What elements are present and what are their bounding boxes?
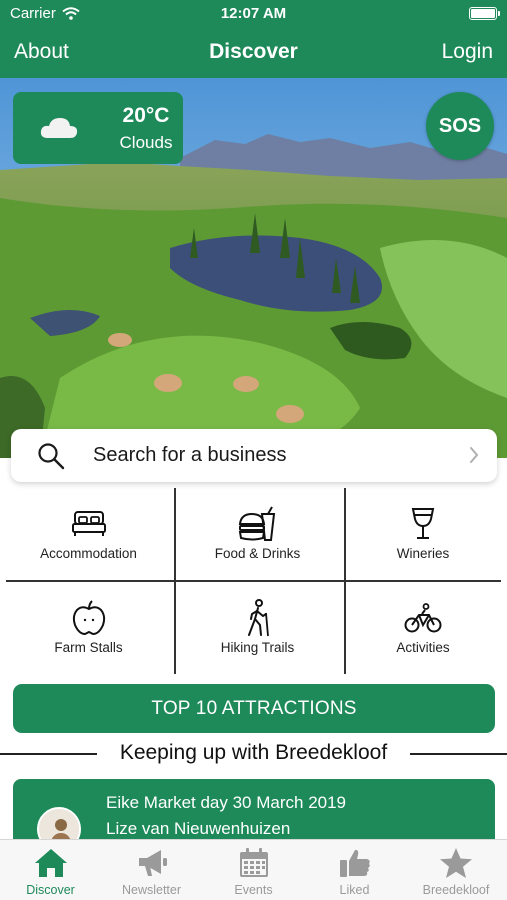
calendar-icon xyxy=(239,848,268,877)
tab-discover[interactable]: Discover xyxy=(0,840,101,900)
about-button[interactable]: About xyxy=(14,40,69,64)
megaphone-icon xyxy=(138,850,167,876)
status-bar: Carrier 12:07 AM xyxy=(0,0,507,28)
category-label: Wineries xyxy=(396,546,450,561)
category-grid: Accommodation Food & Drinks Wineries Far… xyxy=(6,488,501,674)
home-icon xyxy=(34,849,67,877)
wine-glass-icon xyxy=(411,508,435,539)
category-label: Farm Stalls xyxy=(54,640,123,655)
news-card[interactable]: Eike Market day 30 March 2019 Lize van N… xyxy=(13,779,495,841)
chevron-right-icon xyxy=(470,447,479,463)
bottom-tab-bar: Discover Newsletter Events Liked Breedek… xyxy=(0,839,507,900)
tab-newsletter[interactable]: Newsletter xyxy=(101,840,202,900)
news-author: Lize van Nieuwenhuizen xyxy=(106,819,291,838)
tab-label: Newsletter xyxy=(121,883,182,897)
login-button[interactable]: Login xyxy=(442,40,493,64)
category-wineries[interactable]: Wineries xyxy=(345,488,501,580)
tab-label: Liked xyxy=(339,883,370,897)
weather-widget[interactable]: 20°C Clouds xyxy=(13,92,183,164)
battery-icon xyxy=(469,7,500,20)
cloud-icon xyxy=(40,118,78,138)
tab-label: Breedekloof xyxy=(422,883,490,897)
category-accommodation[interactable]: Accommodation xyxy=(6,488,171,580)
category-farm-stalls[interactable]: Farm Stalls xyxy=(6,582,171,674)
star-icon xyxy=(440,848,472,878)
author-avatar xyxy=(37,807,81,841)
navigation-bar: About Discover Login xyxy=(0,28,507,78)
category-hiking-trails[interactable]: Hiking Trails xyxy=(175,582,340,674)
tab-events[interactable]: Events xyxy=(203,840,304,900)
news-section-heading: Keeping up with Breedekloof xyxy=(0,740,507,768)
category-label: Activities xyxy=(396,640,450,655)
category-label: Food & Drinks xyxy=(214,546,301,561)
search-placeholder: Search for a business xyxy=(93,444,287,466)
divider xyxy=(0,753,97,755)
hiker-icon xyxy=(247,599,269,637)
temperature-value: 20°C xyxy=(122,104,170,127)
burger-drink-icon xyxy=(238,506,275,541)
tab-liked[interactable]: Liked xyxy=(304,840,405,900)
bicycle-icon xyxy=(404,603,442,633)
tab-label: Discover xyxy=(26,883,75,897)
top-attractions-button[interactable]: TOP 10 ATTRACTIONS xyxy=(13,684,495,733)
category-label: Accommodation xyxy=(40,546,137,561)
weather-condition: Clouds xyxy=(119,133,173,152)
apple-icon xyxy=(72,600,105,636)
section-title: Keeping up with Breedekloof xyxy=(119,741,388,764)
status-time: 12:07 AM xyxy=(220,5,287,22)
news-headline: Eike Market day 30 March 2019 xyxy=(106,793,347,812)
sos-button[interactable]: SOS xyxy=(426,92,494,160)
tab-breedekloof[interactable]: Breedekloof xyxy=(405,840,507,900)
category-activities[interactable]: Activities xyxy=(345,582,501,674)
search-icon xyxy=(38,443,65,470)
tab-label: Events xyxy=(234,883,273,897)
page-title: Discover xyxy=(209,40,298,63)
business-search-bar[interactable]: Search for a business xyxy=(11,429,497,482)
category-label: Hiking Trails xyxy=(220,640,295,655)
bed-icon xyxy=(71,511,106,536)
divider xyxy=(410,753,507,755)
thumbs-up-icon xyxy=(339,849,370,877)
category-food-drinks[interactable]: Food & Drinks xyxy=(175,488,340,580)
